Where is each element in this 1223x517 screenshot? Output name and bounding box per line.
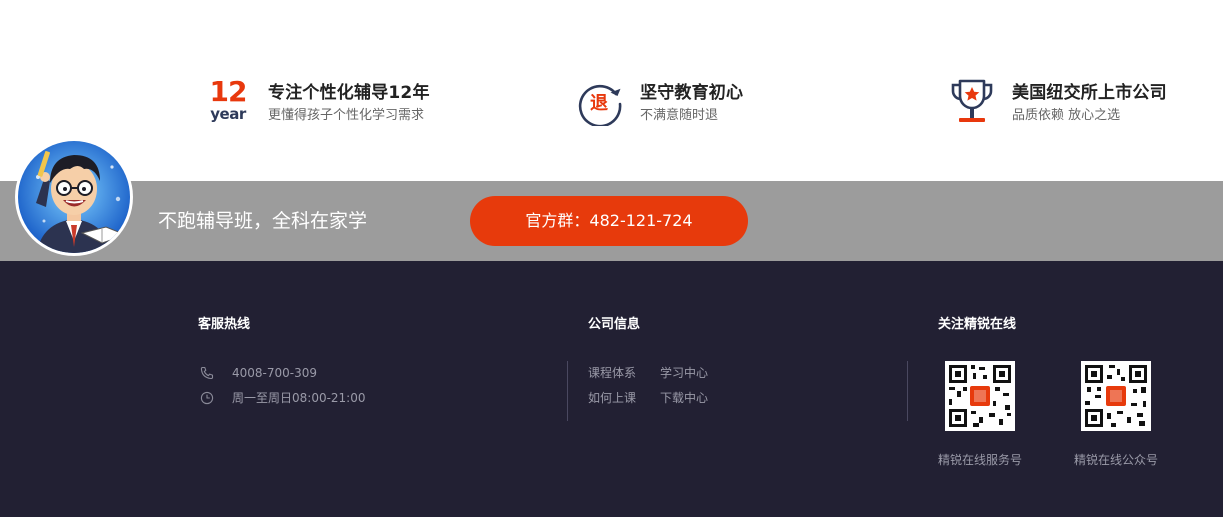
service-title: 客服热线 [198, 317, 251, 332]
teacher-avatar [14, 137, 134, 257]
link-download-center[interactable]: 下载中心 [660, 390, 708, 406]
feature-subtitle: 更懂得孩子个性化学习需求 [268, 108, 425, 123]
refund-glyph: 退 [590, 93, 608, 114]
banner-slogan: 不跑辅导班，全科在家学 [158, 210, 368, 232]
qr-label-official: 精锐在线公众号 [1074, 453, 1159, 467]
feature-title: 美国纽交所上市公司 [1012, 83, 1167, 103]
company-title: 公司信息 [588, 317, 641, 332]
feature-title: 坚守教育初心 [640, 83, 744, 103]
divider [907, 361, 908, 421]
12-year-icon: 12 year [209, 75, 248, 123]
refund-icon: 退 [576, 78, 622, 128]
trophy-icon [948, 78, 994, 128]
feature-title: 专注个性化辅导12年 [268, 83, 430, 103]
qr-label-service: 精锐在线服务号 [938, 453, 1023, 467]
site-footer: 客服热线 4008-700-309 周一至周日08:00-21:00 公司信息 … [0, 261, 1223, 517]
divider [567, 361, 568, 421]
link-learning-center[interactable]: 学习中心 [660, 365, 708, 381]
qr-code-official [1081, 361, 1151, 431]
hotline-number: 4008-700-309 [232, 366, 318, 380]
qr-code-service [945, 361, 1015, 431]
link-how-to-attend[interactable]: 如何上课 [588, 390, 636, 406]
features-strip: 12 year 专注个性化辅导12年 更懂得孩子个性化学习需求 退 坚守教育初心… [0, 0, 1223, 181]
follow-title: 关注精锐在线 [938, 317, 1017, 332]
phone-icon [200, 365, 216, 381]
clock-icon [200, 390, 216, 406]
link-course-system[interactable]: 课程体系 [588, 365, 636, 381]
feature-subtitle: 品质依赖 放心之选 [1012, 108, 1121, 123]
service-hours: 周一至周日08:00-21:00 [232, 391, 366, 405]
feature-subtitle: 不满意随时退 [640, 108, 719, 123]
qq-group-button[interactable]: 官方群：482-121-724 [470, 196, 748, 246]
